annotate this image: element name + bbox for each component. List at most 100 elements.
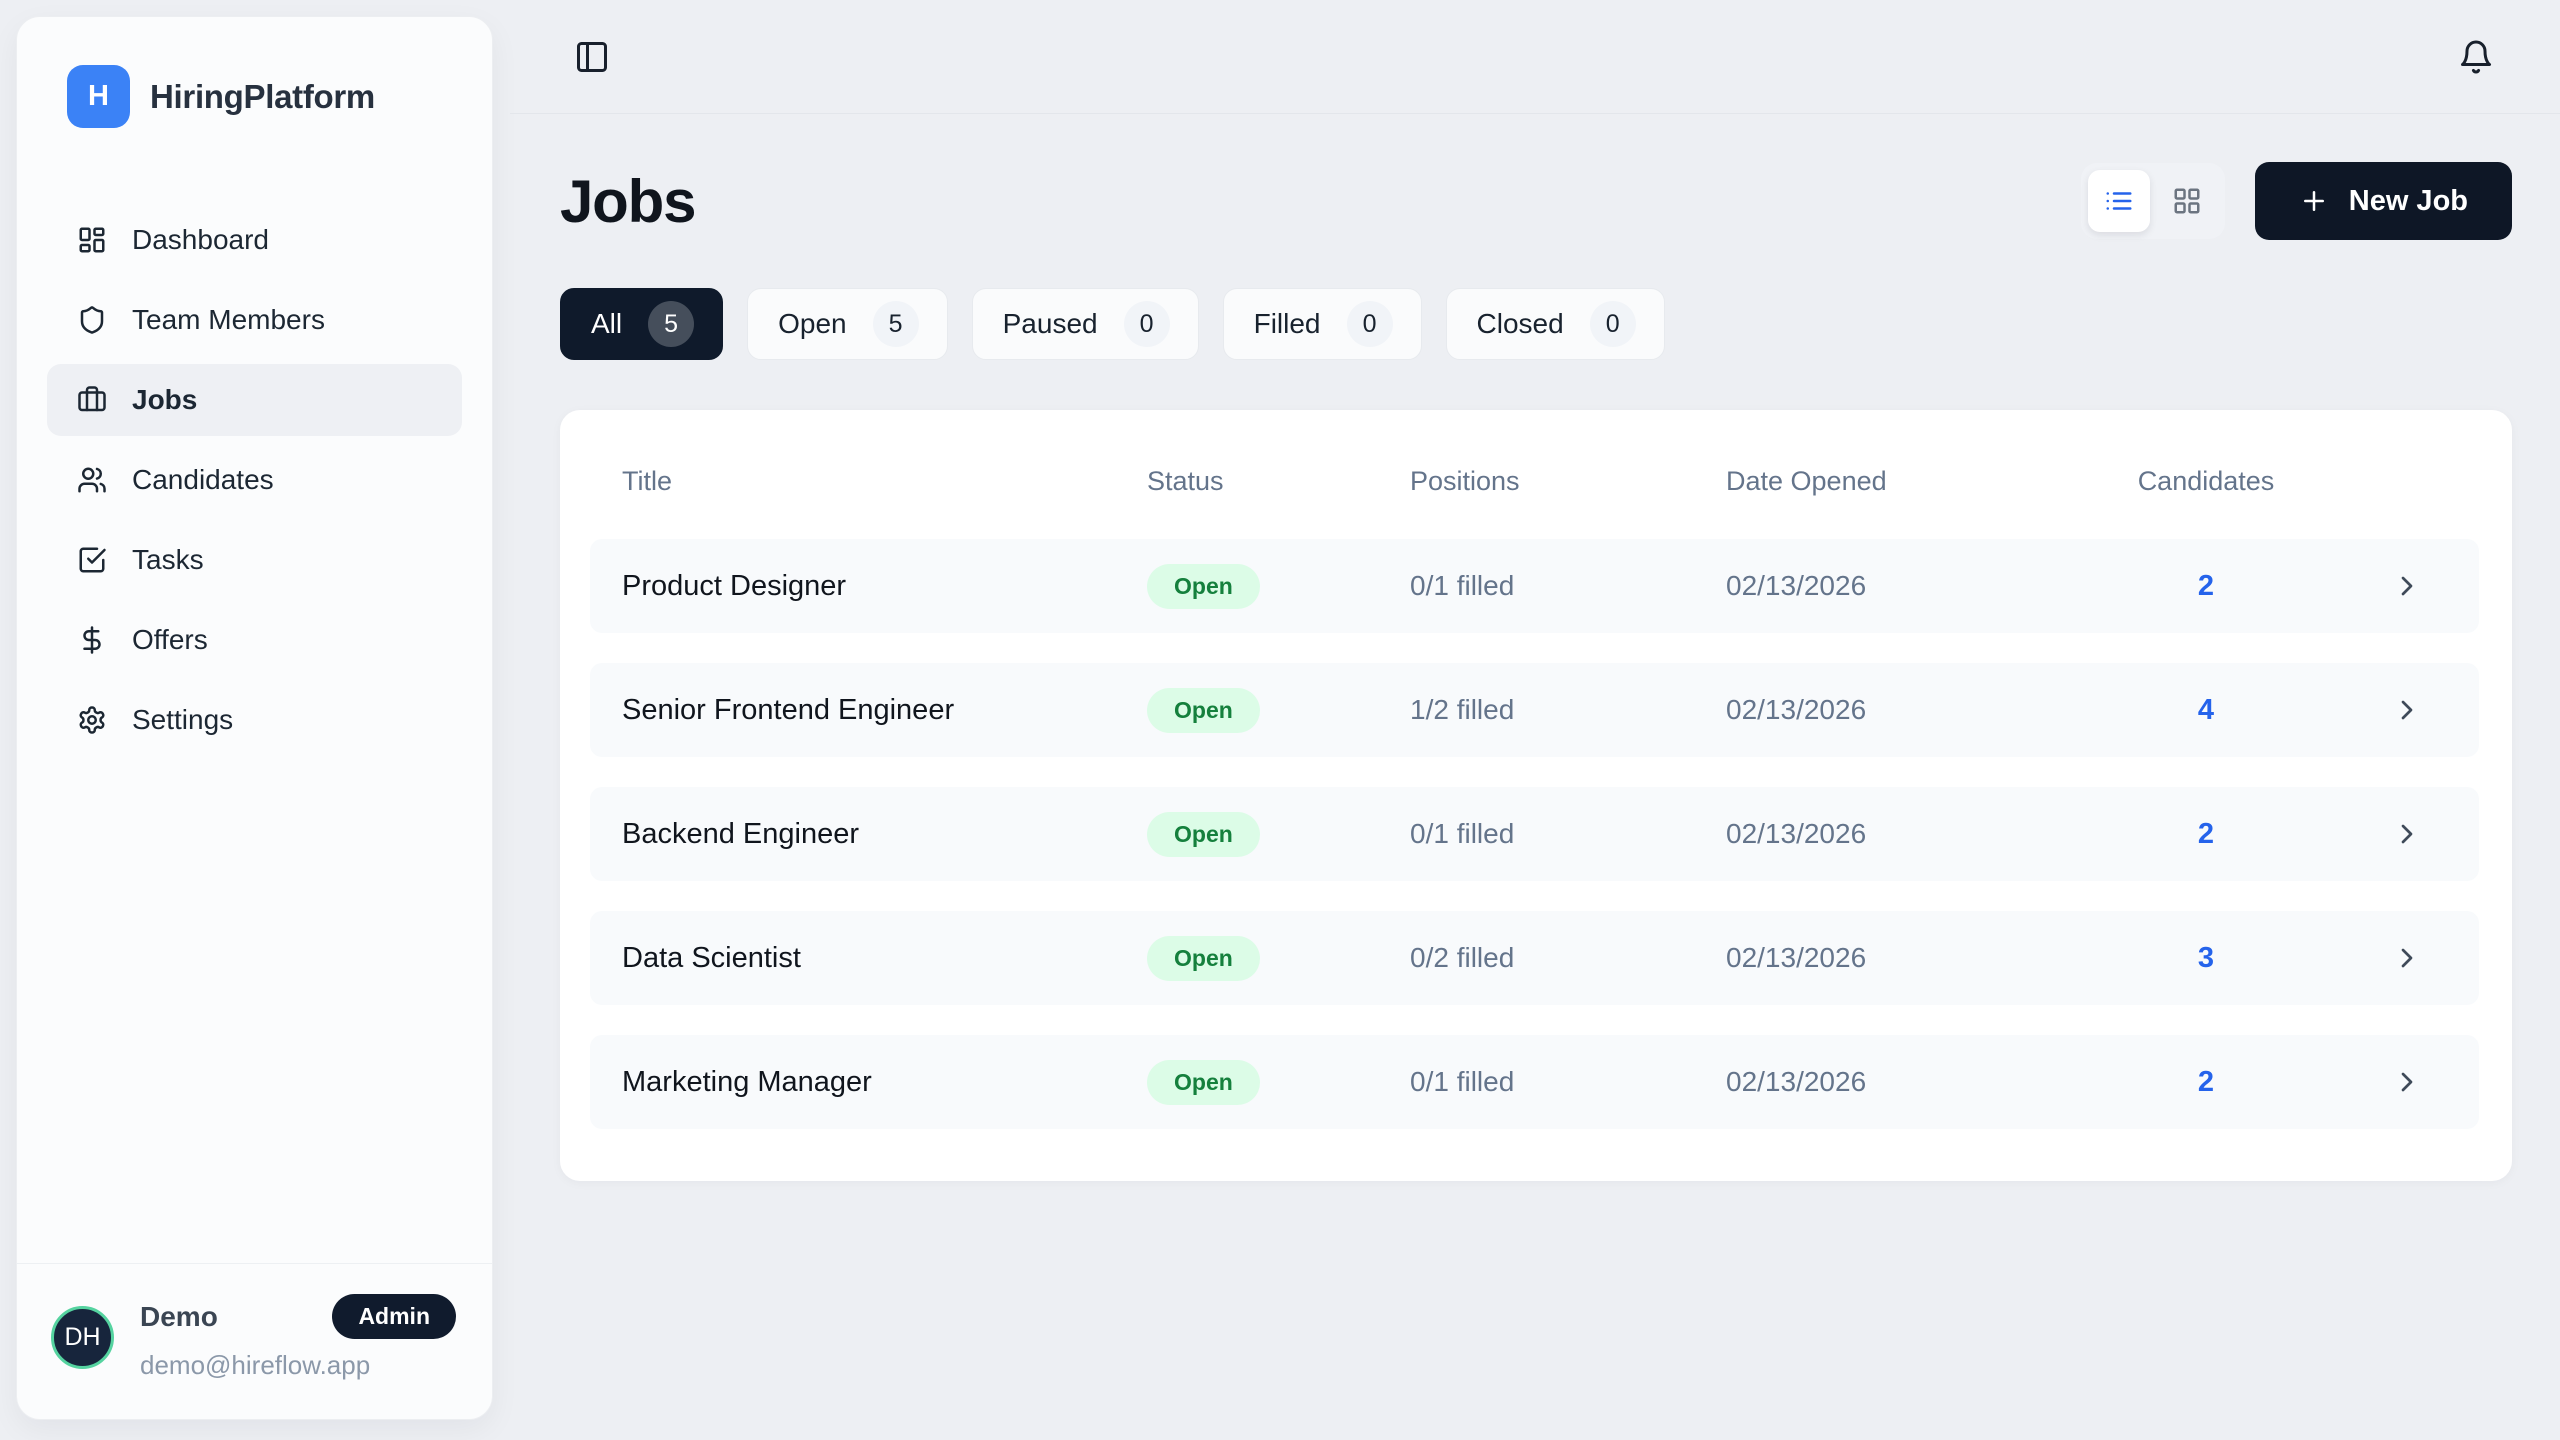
list-icon [2104,186,2134,216]
date-opened-cell: 02/13/2026 [1726,570,2096,602]
column-header-title: Title [622,466,1147,497]
sidebar-item-tasks[interactable]: Tasks [47,524,462,596]
table-row[interactable]: Data Scientist Open 0/2 filled 02/13/202… [590,911,2479,1005]
brand: H HiringPlatform [17,17,492,128]
job-title: Marketing Manager [622,1066,1147,1099]
grid-icon [2172,186,2202,216]
sidebar-item-label: Candidates [132,464,274,496]
job-title: Senior Frontend Engineer [622,694,1147,727]
filter-tab-paused[interactable]: Paused 0 [972,288,1199,360]
filter-count-badge: 5 [873,301,919,347]
new-job-label: New Job [2349,185,2468,218]
column-header-positions: Positions [1410,466,1726,497]
filter-label: Filled [1254,308,1321,340]
job-title: Data Scientist [622,942,1147,975]
sidebar-item-label: Tasks [132,544,204,576]
view-toggle [2081,163,2225,239]
status-filters: All 5 Open 5 Paused 0 Filled 0 Closed 0 [560,288,2512,360]
sidebar-nav: Dashboard Team Members Jobs Candidates T… [17,204,492,764]
table-row[interactable]: Product Designer Open 0/1 filled 02/13/2… [590,539,2479,633]
sidebar-toggle-button[interactable] [574,39,610,75]
status-badge: Open [1147,564,1260,609]
users-icon [77,465,107,495]
job-title: Product Designer [622,570,1147,603]
filter-count-badge: 0 [1590,301,1636,347]
status-badge: Open [1147,812,1260,857]
brand-logo-icon: H [67,65,130,128]
user-info: Demo Admin demo@hireflow.app [140,1294,456,1381]
sidebar-item-label: Team Members [132,304,325,336]
chevron-right-icon [2391,570,2479,602]
sidebar-item-dashboard[interactable]: Dashboard [47,204,462,276]
filter-tab-filled[interactable]: Filled 0 [1223,288,1422,360]
column-header-status: Status [1147,466,1410,497]
user-email: demo@hireflow.app [140,1350,456,1381]
job-title: Backend Engineer [622,818,1147,851]
page-title: Jobs [560,167,695,236]
positions-cell: 0/1 filled [1410,1066,1726,1098]
positions-cell: 0/1 filled [1410,570,1726,602]
filter-tab-closed[interactable]: Closed 0 [1446,288,1665,360]
sidebar-item-team-members[interactable]: Team Members [47,284,462,356]
main-content: Jobs [510,0,2560,1440]
candidates-count-link[interactable]: 3 [2096,942,2316,975]
briefcase-icon [77,385,107,415]
topbar [510,0,2560,114]
candidates-count-link[interactable]: 2 [2096,818,2316,851]
table-header: Title Status Positions Date Opened Candi… [590,466,2479,497]
candidates-count-link[interactable]: 4 [2096,694,2316,727]
check-square-icon [77,545,107,575]
dollar-sign-icon [77,625,107,655]
avatar: DH [51,1306,114,1369]
sidebar-item-offers[interactable]: Offers [47,604,462,676]
chevron-right-icon [2391,942,2479,974]
candidates-count-link[interactable]: 2 [2096,570,2316,603]
table-row[interactable]: Backend Engineer Open 0/1 filled 02/13/2… [590,787,2479,881]
column-header-candidates: Candidates [2096,466,2316,497]
chevron-right-icon [2391,694,2479,726]
sidebar-item-label: Dashboard [132,224,269,256]
date-opened-cell: 02/13/2026 [1726,694,2096,726]
grid-view-button[interactable] [2156,170,2218,232]
column-header-date-opened: Date Opened [1726,466,2096,497]
positions-cell: 0/1 filled [1410,818,1726,850]
sidebar-item-candidates[interactable]: Candidates [47,444,462,516]
filter-count-badge: 0 [1347,301,1393,347]
candidates-count-link[interactable]: 2 [2096,1066,2316,1099]
date-opened-cell: 02/13/2026 [1726,818,2096,850]
sidebar: H HiringPlatform Dashboard Team Members … [16,16,493,1420]
shield-icon [77,305,107,335]
filter-label: All [591,308,622,340]
brand-name: HiringPlatform [150,78,375,116]
positions-cell: 0/2 filled [1410,942,1726,974]
user-name: Demo [140,1301,218,1333]
filter-label: Closed [1477,308,1564,340]
notifications-button[interactable] [2458,39,2494,75]
sidebar-item-label: Offers [132,624,208,656]
table-row[interactable]: Senior Frontend Engineer Open 1/2 filled… [590,663,2479,757]
filter-count-badge: 0 [1124,301,1170,347]
plus-icon [2299,186,2329,216]
panel-left-icon [574,39,610,75]
sidebar-item-label: Jobs [132,384,197,416]
table-row[interactable]: Marketing Manager Open 0/1 filled 02/13/… [590,1035,2479,1129]
jobs-page: Jobs [510,162,2560,1181]
user-section[interactable]: DH Demo Admin demo@hireflow.app [17,1263,492,1419]
chevron-right-icon [2391,818,2479,850]
filter-tab-all[interactable]: All 5 [560,288,723,360]
gear-icon [77,705,107,735]
date-opened-cell: 02/13/2026 [1726,1066,2096,1098]
chevron-right-icon [2391,1066,2479,1098]
filter-label: Paused [1003,308,1098,340]
filter-tab-open[interactable]: Open 5 [747,288,948,360]
date-opened-cell: 02/13/2026 [1726,942,2096,974]
sidebar-item-jobs[interactable]: Jobs [47,364,462,436]
list-view-button[interactable] [2088,170,2150,232]
dashboard-icon [77,225,107,255]
filter-label: Open [778,308,847,340]
status-badge: Open [1147,1060,1260,1105]
status-badge: Open [1147,688,1260,733]
new-job-button[interactable]: New Job [2255,162,2512,240]
filter-count-badge: 5 [648,301,694,347]
sidebar-item-settings[interactable]: Settings [47,684,462,756]
